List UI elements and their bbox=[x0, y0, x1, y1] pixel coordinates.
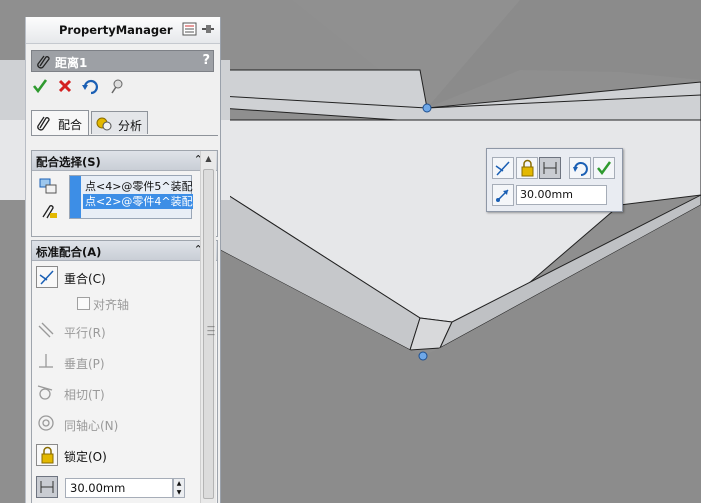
mate-perpendicular[interactable]: 垂直(P) bbox=[36, 349, 186, 375]
mate-distance[interactable] bbox=[36, 474, 66, 500]
coincident-icon[interactable] bbox=[492, 157, 514, 179]
mate-label: 相切(T) bbox=[64, 388, 105, 402]
scroll-thumb[interactable]: — — — bbox=[203, 169, 215, 499]
mate-concentric[interactable]: 同轴心(N) bbox=[36, 411, 186, 437]
distance-value-icon bbox=[492, 184, 514, 206]
tab-mates[interactable]: 配合 bbox=[31, 110, 89, 135]
distance-icon[interactable] bbox=[539, 157, 561, 179]
panel-tabs: 配合 分析 bbox=[31, 110, 218, 136]
selection-marker bbox=[70, 176, 81, 218]
flip-icon[interactable] bbox=[569, 157, 591, 179]
tangent-icon bbox=[36, 382, 58, 404]
mate-filter-icon[interactable] bbox=[38, 201, 60, 224]
mate-label: 重合(C) bbox=[64, 272, 106, 286]
cancel-icon[interactable] bbox=[56, 77, 74, 95]
mate-tangent[interactable]: 相切(T) bbox=[36, 380, 186, 406]
tab-analysis[interactable]: 分析 bbox=[91, 111, 148, 134]
list-item[interactable]: 点<4>@零件5^装配 bbox=[83, 179, 193, 194]
panel-title-icons bbox=[182, 22, 216, 39]
selection-filter-icon[interactable] bbox=[38, 177, 60, 200]
ok-icon[interactable] bbox=[31, 77, 49, 95]
property-manager-panel: PropertyManager 距离1 ? 配合 分析 配合选择(S) 点<4>… bbox=[25, 17, 221, 503]
panel-scrollbar[interactable]: ▲ — — — bbox=[200, 151, 216, 503]
coincident-icon bbox=[36, 266, 58, 288]
group-header[interactable]: 标准配合(A) ⌃⌃ bbox=[32, 241, 217, 261]
mate-selections-group: 配合选择(S) ⌃⌃ 点<4>@零件5^装配 点<2>@零件4^装配 bbox=[31, 150, 218, 237]
mate-popup-toolbar: 30.00mm bbox=[486, 148, 623, 212]
point-marker-lower bbox=[418, 351, 428, 361]
pushpin-icon[interactable] bbox=[108, 77, 126, 95]
pin-icon bbox=[202, 25, 214, 33]
distance-input[interactable]: 30.00mm bbox=[65, 478, 173, 498]
mate-label: 锁定(O) bbox=[64, 450, 107, 464]
paperclip-icon bbox=[35, 53, 51, 72]
panel-titlebar: PropertyManager bbox=[26, 17, 220, 44]
spin-buttons[interactable]: ▲ ▼ bbox=[173, 478, 185, 498]
tab-label: 分析 bbox=[118, 119, 143, 133]
align-axis-checkbox[interactable]: 对齐轴 bbox=[36, 290, 186, 316]
feature-name: 距离1 bbox=[55, 56, 88, 70]
standard-mates-group: 标准配合(A) ⌃⌃ 重合(C) 对齐轴 平行(R) 垂直(P) bbox=[31, 240, 218, 503]
paperclip-icon bbox=[35, 114, 51, 135]
ok-icon[interactable] bbox=[593, 157, 615, 179]
tab-label: 配合 bbox=[58, 118, 83, 132]
feature-header: 距离1 ? bbox=[31, 50, 214, 72]
checkbox-label: 对齐轴 bbox=[93, 298, 130, 312]
lock-icon[interactable] bbox=[516, 157, 538, 179]
parallel-icon bbox=[36, 320, 58, 342]
help-button[interactable]: ? bbox=[202, 53, 210, 68]
mate-label: 同轴心(N) bbox=[64, 419, 119, 433]
list-item[interactable]: 点<2>@零件4^装配 bbox=[83, 194, 193, 209]
collapse-panel-icon bbox=[182, 22, 197, 36]
concentric-icon bbox=[36, 413, 58, 435]
point-marker-upper bbox=[422, 103, 432, 113]
group-header[interactable]: 配合选择(S) ⌃⌃ bbox=[32, 151, 217, 171]
mate-label: 平行(R) bbox=[64, 326, 106, 340]
group-title: 配合选择(S) bbox=[36, 155, 101, 169]
mate-coincident[interactable]: 重合(C) bbox=[36, 264, 186, 290]
distance-input[interactable]: 30.00mm bbox=[516, 185, 607, 205]
analysis-icon bbox=[95, 115, 113, 136]
mate-parallel[interactable]: 平行(R) bbox=[36, 318, 186, 344]
mate-label: 垂直(P) bbox=[64, 357, 105, 371]
group-title: 标准配合(A) bbox=[36, 245, 102, 259]
undo-icon[interactable] bbox=[81, 77, 99, 95]
grip-icon: — — — bbox=[207, 322, 215, 339]
lock-icon bbox=[36, 444, 58, 466]
mate-lock[interactable]: 锁定(O) bbox=[36, 442, 186, 468]
panel-title: PropertyManager bbox=[59, 23, 173, 37]
checkbox[interactable] bbox=[77, 297, 90, 310]
distance-icon bbox=[36, 476, 58, 498]
selection-list[interactable]: 点<4>@零件5^装配 点<2>@零件4^装配 bbox=[69, 175, 193, 219]
scroll-up-icon[interactable]: ▲ bbox=[201, 151, 216, 167]
perpendicular-icon bbox=[36, 351, 58, 373]
